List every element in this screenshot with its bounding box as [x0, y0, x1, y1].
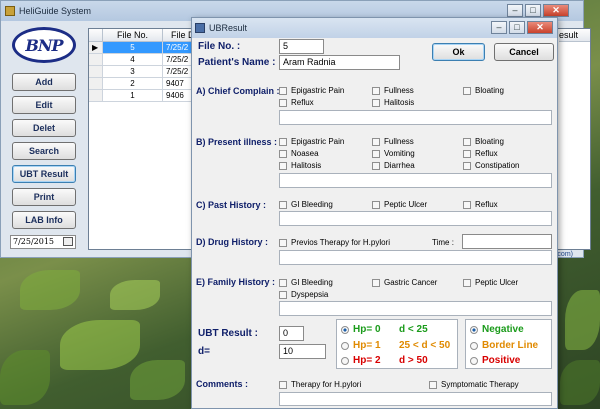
add-button[interactable]: Add — [12, 73, 76, 91]
main-window-controls: – □ ✕ — [507, 4, 569, 17]
close-button[interactable]: ✕ — [543, 4, 569, 17]
table-row[interactable]: 1 9406 — [89, 90, 199, 102]
present-illness-label: B) Present illness : — [196, 137, 278, 147]
table-row[interactable]: 3 7/25/2 — [89, 66, 199, 78]
dialog-maximize-button[interactable]: □ — [509, 21, 525, 34]
calendar-icon[interactable] — [63, 237, 73, 246]
chief-epigastric-pain-checkbox[interactable]: Epigastric Pain — [279, 86, 344, 95]
patient-name-field[interactable]: Aram Radnia — [279, 55, 400, 70]
app-icon — [5, 6, 15, 16]
cell-file-no[interactable]: 1 — [103, 90, 163, 102]
d-label: d= — [198, 346, 210, 357]
present-bloating-checkbox[interactable]: Bloating — [463, 137, 504, 146]
dialog-window-controls: – □ ✕ — [491, 21, 553, 34]
comments-label: Comments : — [196, 379, 249, 389]
family-gastric-cancer-checkbox[interactable]: Gastric Cancer — [372, 278, 437, 287]
minimize-button[interactable]: – — [507, 4, 523, 17]
therapy-hpylori-checkbox[interactable]: Therapy for H.pylori — [279, 380, 361, 389]
hp-1-radio[interactable]: Hp= 1 25 < d < 50 — [341, 340, 450, 351]
maximize-button[interactable]: □ — [525, 4, 541, 17]
result-group: Negative Border Line Positive — [465, 319, 552, 369]
past-reflux-checkbox[interactable]: Reflux — [463, 200, 498, 209]
present-diarrhea-checkbox[interactable]: Diarrhea — [372, 161, 415, 170]
dialog-icon — [195, 23, 205, 33]
time-field[interactable] — [462, 234, 552, 249]
drug-history-notes[interactable] — [279, 250, 552, 265]
table-row[interactable]: ▶ 5 7/25/2 — [89, 42, 199, 54]
row-selector[interactable] — [89, 78, 103, 90]
table-row[interactable]: 4 7/25/2 — [89, 54, 199, 66]
family-peptic-ulcer-checkbox[interactable]: Peptic Ulcer — [463, 278, 518, 287]
drug-history-label: D) Drug History : — [196, 237, 268, 247]
positive-radio[interactable]: Positive — [470, 355, 520, 366]
family-history-notes[interactable] — [279, 301, 552, 316]
delete-button[interactable]: Delet — [12, 119, 76, 137]
chief-fullness-checkbox[interactable]: Fullness — [372, 86, 414, 95]
cancel-button[interactable]: Cancel — [494, 43, 554, 61]
chief-complain-label: A) Chief Complain : — [196, 86, 280, 96]
family-gi-bleeding-checkbox[interactable]: GI Bleeding — [279, 278, 333, 287]
hp-level-group: Hp= 0 d < 25 Hp= 1 25 < d < 50 Hp= 2 d >… — [336, 319, 458, 369]
family-history-label: E) Family History : — [196, 277, 276, 287]
present-nausea-checkbox[interactable]: Noasea — [279, 149, 319, 158]
main-window-title: HeliGuide System — [19, 6, 92, 16]
lab-info-button[interactable]: LAB Info — [12, 211, 76, 229]
row-selector-icon[interactable]: ▶ — [89, 42, 103, 54]
row-selector[interactable] — [89, 66, 103, 78]
dialog-title: UBResult — [209, 23, 248, 33]
file-no-label: File No. : — [198, 41, 241, 52]
column-header-file-no[interactable]: File No. — [103, 29, 163, 42]
chief-bloating-checkbox[interactable]: Bloating — [463, 86, 504, 95]
cell-file-no[interactable]: 5 — [103, 42, 163, 54]
dialog-close-button[interactable]: ✕ — [527, 21, 553, 34]
ubt-result-label: UBT Result : — [198, 328, 258, 339]
cell-file-no[interactable]: 2 — [103, 78, 163, 90]
print-button[interactable]: Print — [12, 188, 76, 206]
file-no-field[interactable]: 5 — [279, 39, 324, 54]
family-dyspepsia-checkbox[interactable]: Dyspepsia — [279, 290, 328, 299]
past-gi-bleeding-checkbox[interactable]: GI Bleeding — [279, 200, 333, 209]
date-value: 7/25/2015 — [13, 237, 55, 246]
cell-file-no[interactable]: 3 — [103, 66, 163, 78]
present-constipation-checkbox[interactable]: Constipation — [463, 161, 519, 170]
chief-complain-notes[interactable] — [279, 110, 552, 125]
ubresult-dialog: UBResult – □ ✕ File No. : 5 Patient's Na… — [191, 17, 558, 409]
d-value-field[interactable]: 10 — [279, 344, 326, 359]
present-fullness-checkbox[interactable]: Fullness — [372, 137, 414, 146]
search-button[interactable]: Search — [12, 142, 76, 160]
present-illness-notes[interactable] — [279, 173, 552, 188]
past-history-notes[interactable] — [279, 211, 552, 226]
row-selector[interactable] — [89, 90, 103, 102]
cell-file-no[interactable]: 4 — [103, 54, 163, 66]
present-reflux-checkbox[interactable]: Reflux — [463, 149, 498, 158]
patient-name-label: Patient's Name : — [198, 57, 276, 68]
border-line-radio[interactable]: Border Line — [470, 340, 538, 351]
bnp-logo: BNP — [12, 27, 76, 63]
ubt-result-field[interactable]: 0 — [279, 326, 304, 341]
time-label: Time : — [432, 238, 454, 247]
present-epigastric-pain-checkbox[interactable]: Epigastric Pain — [279, 137, 344, 146]
date-picker[interactable]: 7/25/2015 — [10, 235, 76, 249]
dialog-minimize-button[interactable]: – — [491, 21, 507, 34]
edit-button[interactable]: Edit — [12, 96, 76, 114]
comments-notes[interactable] — [279, 392, 552, 406]
chief-halitosis-checkbox[interactable]: Halitosis — [372, 98, 414, 107]
grid-corner — [89, 29, 103, 42]
past-peptic-ulcer-checkbox[interactable]: Peptic Ulcer — [372, 200, 427, 209]
column-header-result[interactable]: esult — [559, 29, 590, 42]
ubt-result-button[interactable]: UBT Result — [12, 165, 76, 183]
table-row[interactable]: 2 9407 — [89, 78, 199, 90]
symptomatic-therapy-checkbox[interactable]: Symptomatic Therapy — [429, 380, 519, 389]
past-history-label: C) Past History : — [196, 200, 267, 210]
hp-0-radio[interactable]: Hp= 0 d < 25 — [341, 324, 428, 335]
negative-radio[interactable]: Negative — [470, 324, 524, 335]
present-vomiting-checkbox[interactable]: Vomiting — [372, 149, 415, 158]
chief-reflux-checkbox[interactable]: Reflux — [279, 98, 314, 107]
ok-button[interactable]: Ok — [432, 43, 485, 61]
previous-therapy-checkbox[interactable]: Previos Therapy for H.pylori — [279, 238, 390, 247]
present-halitosis-checkbox[interactable]: Halitosis — [279, 161, 321, 170]
row-selector[interactable] — [89, 54, 103, 66]
hp-2-radio[interactable]: Hp= 2 d > 50 — [341, 355, 428, 366]
